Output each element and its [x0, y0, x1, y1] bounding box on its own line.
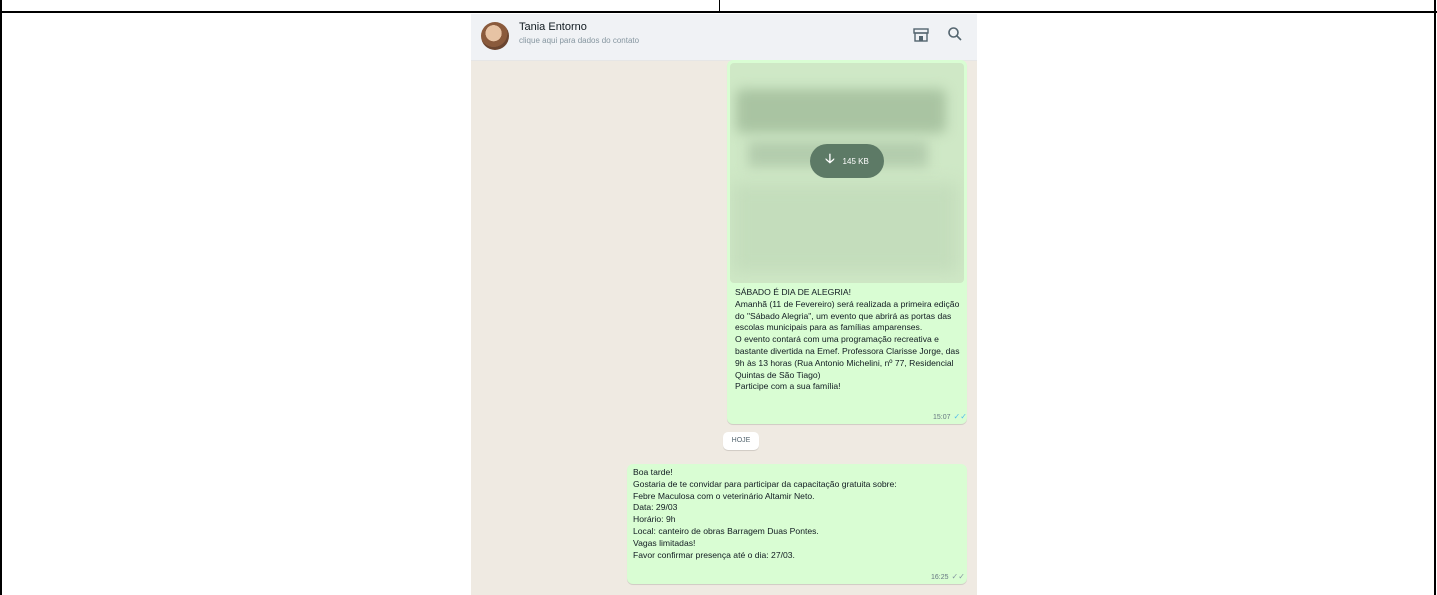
- chat-header[interactable]: Tania Entorno clique aqui para dados do …: [471, 14, 977, 61]
- message-text: Boa tarde! Gostaria de te convidar para …: [633, 467, 897, 560]
- download-size: 145 KB: [842, 156, 869, 166]
- chat-window: Tania Entorno clique aqui para dados do …: [471, 14, 977, 595]
- contact-info-hint[interactable]: clique aqui para dados do contato: [519, 36, 639, 45]
- contact-name[interactable]: Tania Entorno: [519, 21, 587, 33]
- store-icon-svg: [913, 28, 929, 42]
- download-button[interactable]: 🡣 145 KB: [810, 144, 884, 178]
- outer-table-column-divider: [719, 0, 720, 11]
- message-timestamp: 15:07: [933, 414, 951, 421]
- day-divider: HOJE: [723, 432, 759, 450]
- download-arrow-icon: 🡣: [825, 151, 835, 166]
- outer-table-left-border: [0, 0, 2, 595]
- message-text: SÁBADO É DIA DE ALEGRIA! Amanhã (11 de F…: [735, 287, 960, 392]
- double-check-icon: ✓✓: [951, 572, 965, 581]
- avatar[interactable]: [481, 22, 509, 50]
- message-time: 16:25 ✓✓: [931, 572, 965, 581]
- message-time: 15:07 ✓✓: [933, 412, 967, 421]
- message-timestamp: 16:25: [931, 574, 949, 581]
- blur-region: [732, 183, 958, 273]
- search-icon[interactable]: [945, 26, 965, 46]
- blur-region: [736, 89, 946, 133]
- double-check-icon: ✓✓: [953, 412, 967, 421]
- store-icon[interactable]: [911, 26, 931, 46]
- outer-table-right-border: [1434, 0, 1436, 595]
- message-bubble-outgoing[interactable]: SÁBADO É DIA DE ALEGRIA! Amanhã (11 de F…: [727, 60, 967, 424]
- search-icon-svg: [948, 27, 962, 41]
- message-bubble-outgoing[interactable]: Boa tarde! Gostaria de te convidar para …: [627, 464, 967, 584]
